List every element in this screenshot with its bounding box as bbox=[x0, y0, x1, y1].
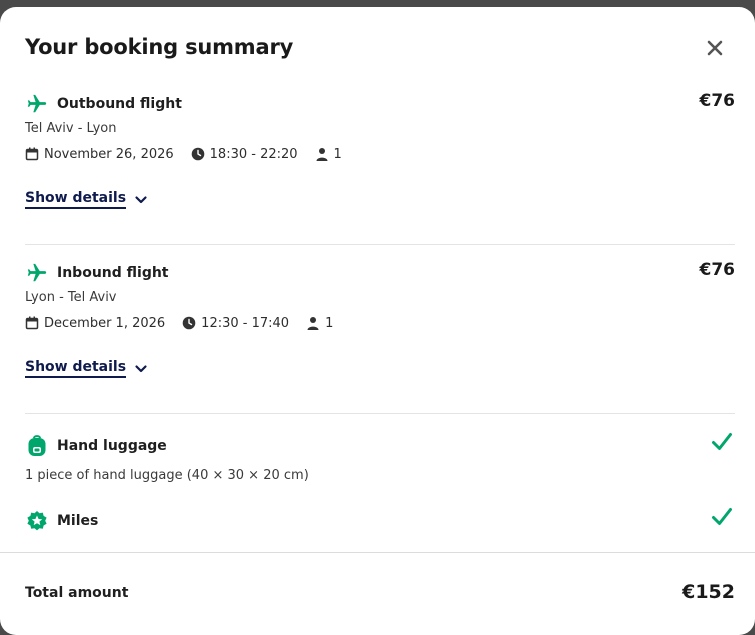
outbound-price: €76 bbox=[699, 91, 736, 111]
hand-luggage-section: Hand luggage 1 piece of hand luggage (40… bbox=[25, 433, 735, 493]
inbound-flight-heading: Inbound flight bbox=[25, 260, 735, 286]
hand-luggage-heading: Hand luggage bbox=[25, 433, 735, 459]
calendar-icon bbox=[25, 147, 39, 161]
inbound-date-text: December 1, 2026 bbox=[44, 315, 166, 331]
backpack-icon bbox=[25, 434, 49, 458]
inbound-show-details-label: Show details bbox=[25, 359, 127, 378]
chevron-down-icon bbox=[135, 195, 147, 203]
inbound-date: December 1, 2026 bbox=[25, 316, 165, 331]
inbound-passengers: 1 bbox=[306, 316, 333, 331]
inbound-meta: December 1, 2026 12:30 - 17:40 1 bbox=[25, 314, 735, 332]
inbound-passengers-text: 1 bbox=[325, 315, 334, 331]
outbound-show-details-label: Show details bbox=[25, 190, 127, 209]
outbound-route: Tel Aviv - Lyon bbox=[25, 121, 117, 136]
chevron-down-icon bbox=[135, 364, 147, 372]
outbound-flight-heading: Outbound flight bbox=[25, 91, 735, 117]
inbound-price: €76 bbox=[699, 260, 736, 280]
outbound-show-details-button[interactable]: Show details bbox=[25, 190, 148, 209]
clock-icon bbox=[191, 147, 204, 161]
miles-label: Miles bbox=[57, 513, 99, 529]
hand-luggage-description: 1 piece of hand luggage (40 × 30 × 20 cm… bbox=[25, 468, 309, 483]
inbound-show-details-button[interactable]: Show details bbox=[25, 359, 148, 378]
inbound-flight-section: Inbound flight €76 Lyon - Tel Aviv Decem… bbox=[25, 260, 735, 395]
inbound-time-text: 12:30 - 17:40 bbox=[201, 315, 290, 331]
plane-icon bbox=[25, 261, 49, 285]
miles-badge-icon bbox=[25, 509, 49, 533]
outbound-time: 18:30 - 22:20 bbox=[191, 147, 298, 162]
inbound-flight-label: Inbound flight bbox=[57, 265, 169, 281]
close-icon[interactable] bbox=[705, 38, 725, 58]
booking-summary-modal: Your booking summary Outbound flight €76… bbox=[0, 7, 755, 635]
modal-title: Your booking summary bbox=[25, 35, 294, 59]
person-icon bbox=[316, 148, 328, 161]
total-label: Total amount bbox=[25, 585, 129, 601]
inbound-route: Lyon - Tel Aviv bbox=[25, 290, 117, 305]
outbound-date-text: November 26, 2026 bbox=[44, 146, 174, 162]
outbound-date: November 26, 2026 bbox=[25, 147, 174, 162]
person-icon bbox=[307, 317, 319, 330]
divider bbox=[25, 413, 735, 414]
divider bbox=[25, 244, 735, 245]
clock-icon bbox=[182, 316, 196, 330]
outbound-time-text: 18:30 - 22:20 bbox=[209, 146, 298, 162]
footer-divider bbox=[0, 552, 755, 553]
checkmark-icon bbox=[711, 506, 733, 532]
checkmark-icon bbox=[711, 431, 733, 457]
outbound-flight-label: Outbound flight bbox=[57, 96, 182, 112]
calendar-icon bbox=[25, 316, 39, 330]
inbound-time: 12:30 - 17:40 bbox=[182, 316, 289, 331]
outbound-passengers-text: 1 bbox=[333, 146, 342, 162]
outbound-passengers: 1 bbox=[315, 147, 342, 162]
total-footer: Total amount €152 bbox=[25, 580, 735, 608]
miles-heading: Miles bbox=[25, 508, 735, 534]
plane-icon bbox=[25, 92, 49, 116]
hand-luggage-label: Hand luggage bbox=[57, 438, 167, 454]
outbound-flight-section: Outbound flight €76 Tel Aviv - Lyon Nove… bbox=[25, 91, 735, 226]
total-amount: €152 bbox=[682, 581, 735, 603]
miles-section: Miles bbox=[25, 508, 735, 538]
modal-header: Your booking summary bbox=[25, 35, 735, 69]
outbound-meta: November 26, 2026 18:30 - 22:20 1 bbox=[25, 145, 735, 163]
